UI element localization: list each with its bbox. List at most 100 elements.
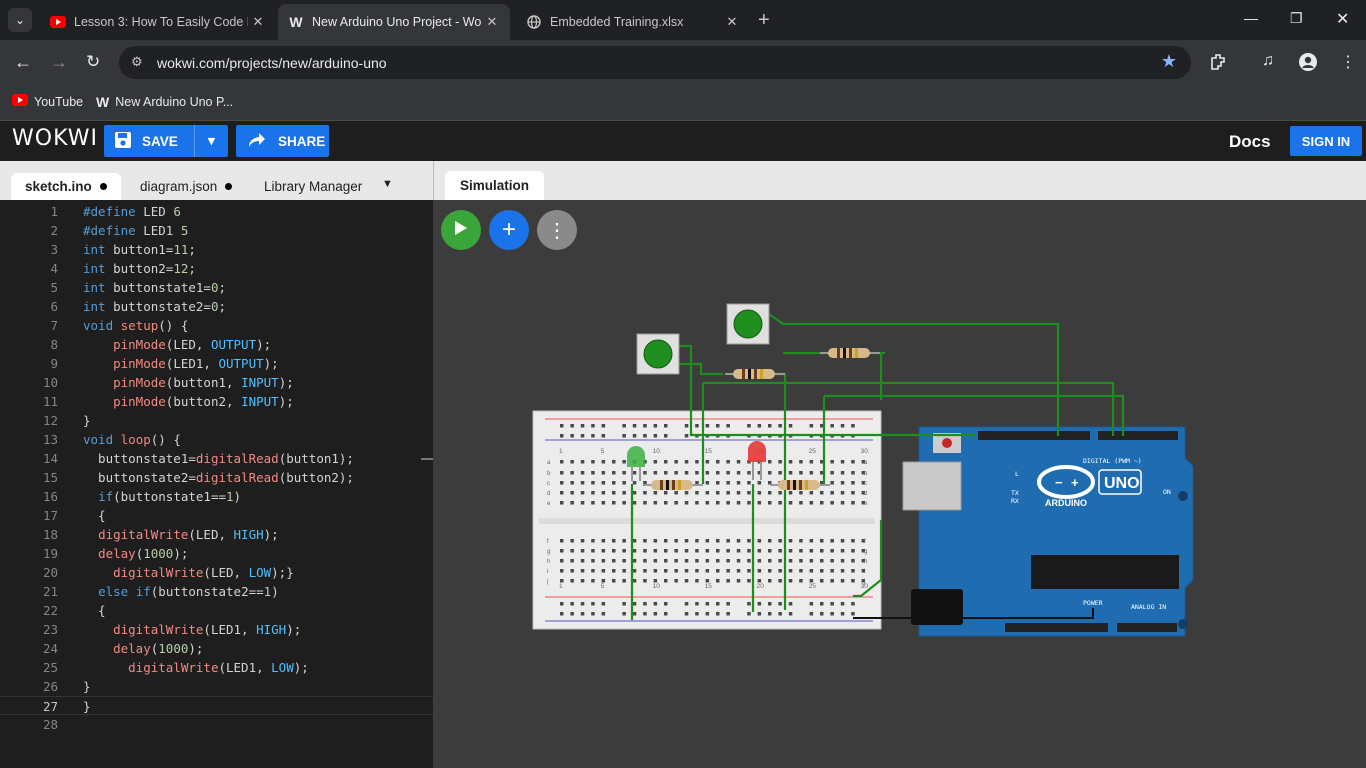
tab-embedded-training[interactable]: Embedded Training.xlsx ✕ [516,4,750,40]
code-text[interactable]: digitalWrite(LED, HIGH); [83,525,279,544]
code-text[interactable]: delay(1000); [83,544,188,563]
tab-lesson[interactable]: Lesson 3: How To Easily Code P... ✕ [40,4,276,40]
site-settings-icon[interactable]: ⚙ [131,54,143,70]
new-tab-button[interactable]: + [758,9,770,32]
more-menu-icon[interactable]: ⋮ [1340,52,1356,72]
bookmark-youtube[interactable]: YouTube [12,94,83,109]
tab-sketch-ino[interactable]: sketch.ino [11,173,121,200]
code-line[interactable]: 1 #define LED 6 [0,202,433,221]
code-editor[interactable]: 1 #define LED 6 2 #define LED1 5 3 int button… [0,200,433,768]
close-tab-icon[interactable]: ✕ [722,14,742,30]
close-tab-icon[interactable]: ✕ [248,14,268,30]
code-line[interactable]: 4 int button2=12; [0,259,433,278]
code-text[interactable]: pinMode(LED1, OUTPUT); [83,354,279,373]
code-line[interactable]: 27} [0,696,433,715]
code-line[interactable]: 22 { [0,601,433,620]
code-line[interactable]: 2 #define LED1 5 [0,221,433,240]
code-text[interactable]: digitalWrite(LED, LOW);} [83,563,294,582]
save-button[interactable]: SAVE ▾ [104,125,228,157]
code-text[interactable]: pinMode(button2, INPUT); [83,392,294,411]
code-line[interactable]: 18 digitalWrite(LED, HIGH); [0,525,433,544]
docs-link[interactable]: Docs [1229,132,1271,152]
editor-tabs-dropdown-icon[interactable]: ▼ [382,178,393,190]
resistor[interactable] [725,369,785,379]
share-button[interactable]: SHARE [236,125,329,157]
code-text[interactable]: { [83,601,106,620]
code-line[interactable]: 8 pinMode(LED, OUTPUT); [0,335,433,354]
extensions-icon[interactable] [1209,52,1227,75]
address-bar[interactable]: ⚙ wokwi.com/projects/new/arduino-uno ★ [119,46,1191,79]
bookmark-star-icon[interactable]: ★ [1161,51,1177,72]
code-text[interactable]: void setup() { [83,316,188,335]
code-text[interactable]: buttonstate2=digitalRead(button2); [83,468,354,487]
code-line[interactable]: 19 delay(1000); [0,544,433,563]
code-text[interactable]: pinMode(button1, INPUT); [83,373,294,392]
code-text[interactable]: delay(1000); [83,639,203,658]
circuit-diagram[interactable]: 115510101515202025253030 aabbccddeeffggh… [433,200,1366,768]
minimize-icon[interactable]: — [1244,10,1258,26]
reload-icon[interactable]: ↻ [86,52,100,72]
pushbutton-1[interactable] [636,333,680,375]
code-text[interactable]: #define LED1 5 [83,221,188,240]
code-line[interactable]: 6 int buttonstate2=0; [0,297,433,316]
code-text[interactable]: } [83,697,91,716]
panel-splitter[interactable] [421,458,433,460]
code-text[interactable]: #define LED 6 [83,202,181,221]
tab-library-manager[interactable]: Library Manager [264,173,362,200]
simulation-canvas[interactable]: + ⋮ 115510101515202025253030 aabbccddeef… [433,200,1366,768]
code-line[interactable]: 14 buttonstate1=digitalRead(button1); [0,449,433,468]
close-window-icon[interactable]: ✕ [1336,9,1349,29]
tab-search-button[interactable]: ⌄ [8,8,32,32]
code-line[interactable]: 20 digitalWrite(LED, LOW);} [0,563,433,582]
code-text[interactable]: buttonstate1=digitalRead(button1); [83,449,354,468]
code-line[interactable]: 28 [0,715,433,734]
code-line[interactable]: 17 { [0,506,433,525]
pushbutton-2[interactable] [726,303,770,345]
code-line[interactable]: 21 else if(buttonstate2==1) [0,582,433,601]
save-dropdown[interactable]: ▾ [193,125,228,157]
profile-icon[interactable] [1298,52,1318,77]
code-line[interactable]: 10 pinMode(button1, INPUT); [0,373,433,392]
code-line[interactable]: 26} [0,677,433,696]
code-line[interactable]: 15 buttonstate2=digitalRead(button2); [0,468,433,487]
code-text[interactable]: { [83,506,106,525]
back-arrow-icon[interactable]: ← [14,52,32,73]
tab-simulation[interactable]: Simulation [445,171,544,200]
arduino-uno-board[interactable]: − + UNO ARDUINO DIGITAL (PWM ~) ANALOG I… [902,426,1194,637]
media-control-icon[interactable]: ♫ [1262,52,1274,70]
forward-arrow-icon[interactable]: → [50,52,68,73]
code-line[interactable]: 5 int buttonstate1=0; [0,278,433,297]
code-line[interactable]: 25 digitalWrite(LED1, LOW); [0,658,433,677]
code-text[interactable]: int button1=11; [83,240,196,259]
close-tab-icon[interactable]: ✕ [482,14,502,30]
code-line[interactable]: 11 pinMode(button2, INPUT); [0,392,433,411]
code-text[interactable]: int buttonstate1=0; [83,278,226,297]
code-text[interactable]: } [83,677,91,696]
url-text[interactable]: wokwi.com/projects/new/arduino-uno [157,55,387,71]
code-line[interactable]: 24 delay(1000); [0,639,433,658]
code-text[interactable]: pinMode(LED, OUTPUT); [83,335,271,354]
code-text[interactable]: void loop() { [83,430,181,449]
code-line[interactable]: 9 pinMode(LED1, OUTPUT); [0,354,433,373]
restore-icon[interactable]: ❐ [1290,10,1303,27]
code-line[interactable]: 7 void setup() { [0,316,433,335]
bookmark-wokwi[interactable]: W New Arduino Uno P... [96,94,233,110]
code-text[interactable]: else if(buttonstate2==1) [83,582,279,601]
tab-wokwi[interactable]: W New Arduino Uno Project - Wo... ✕ [278,4,510,40]
code-line[interactable]: 12} [0,411,433,430]
code-text[interactable]: int button2=12; [83,259,196,278]
code-text[interactable]: digitalWrite(LED1, HIGH); [83,620,301,639]
code-text[interactable]: } [83,411,91,430]
code-text[interactable]: int buttonstate2=0; [83,297,226,316]
sign-in-button[interactable]: SIGN IN [1290,126,1362,156]
breadboard[interactable]: 115510101515202025253030 aabbccddeeffggh… [532,410,882,630]
code-line[interactable]: 23 digitalWrite(LED1, HIGH); [0,620,433,639]
code-line[interactable]: 13 void loop() { [0,430,433,449]
code-line[interactable]: 3 int button1=11; [0,240,433,259]
code-text[interactable]: if(buttonstate1==1) [83,487,241,506]
code-text[interactable]: digitalWrite(LED1, LOW); [83,658,309,677]
resistor[interactable] [820,348,880,358]
wokwi-logo[interactable]: WOKWI [12,126,98,151]
tab-diagram-json[interactable]: diagram.json [140,173,233,200]
code-line[interactable]: 16 if(buttonstate1==1) [0,487,433,506]
